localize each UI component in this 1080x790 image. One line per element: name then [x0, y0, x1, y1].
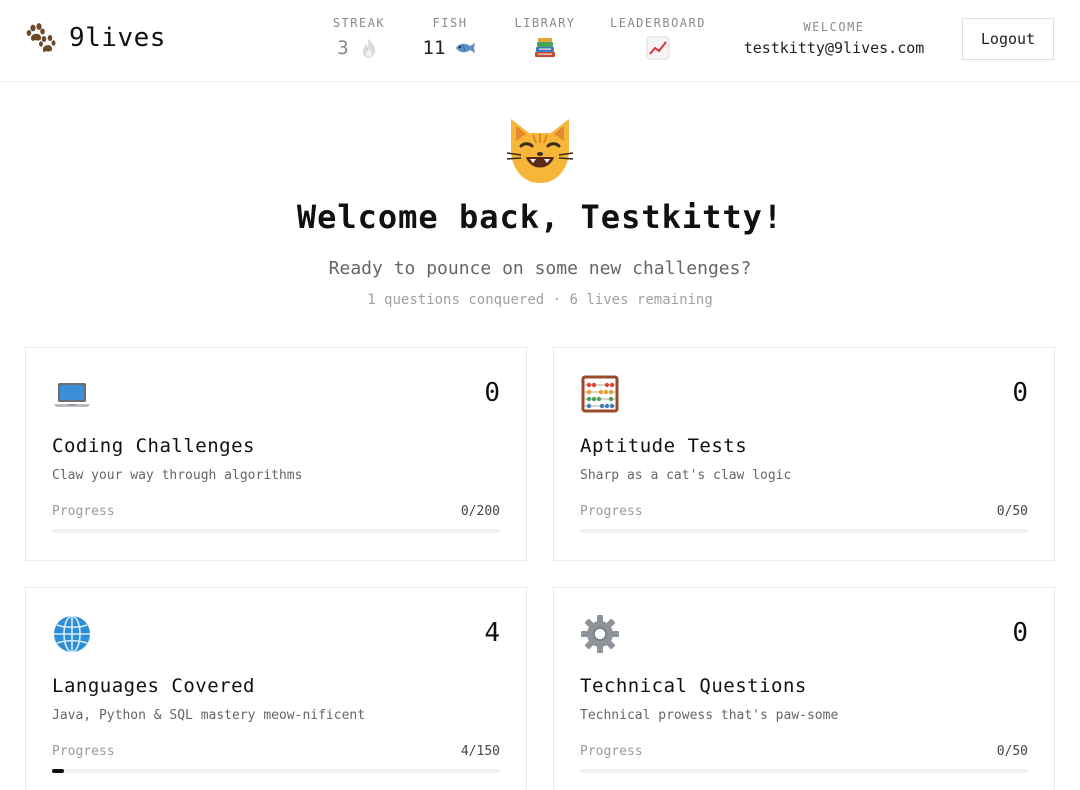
- leaderboard-label: LEADERBOARD: [610, 16, 706, 30]
- welcome-heading: Welcome back, Testkitty!: [296, 198, 784, 236]
- fire-icon: [357, 36, 381, 60]
- cat-face-icon: [503, 113, 577, 187]
- streak-value: 3: [337, 37, 349, 59]
- progress-fill: [52, 769, 64, 773]
- fish-icon: [453, 36, 477, 60]
- card-title: Languages Covered: [52, 675, 255, 697]
- card-title: Aptitude Tests: [580, 435, 748, 457]
- fish-label: FISH: [432, 16, 468, 30]
- progress-bar: [52, 769, 500, 773]
- brand-logo-link[interactable]: 9lives: [25, 22, 166, 54]
- card-description: Sharp as a cat's claw logic: [580, 468, 792, 483]
- streak-label: STREAK: [332, 16, 386, 30]
- welcome-subtitle: Ready to pounce on some new challenges?: [328, 258, 752, 279]
- paw-prints-icon: [25, 22, 57, 54]
- progress-value: 0/200: [460, 504, 500, 519]
- card-description: Claw your way through algorithms: [52, 468, 303, 483]
- card-title: Coding Challenges: [52, 435, 255, 457]
- card-technical-questions[interactable]: 0 Technical Questions Technical prowess …: [553, 587, 1055, 790]
- coding-count: 0: [484, 378, 500, 408]
- chart-increasing-icon: [646, 36, 670, 60]
- welcome-label: WELCOME: [803, 20, 865, 34]
- fish-stat: FISH 11: [418, 16, 482, 60]
- abacus-icon: [580, 374, 620, 414]
- card-description: Technical prowess that's paw-some: [580, 708, 839, 723]
- streak-stat: STREAK 3: [328, 16, 390, 60]
- progress-bar: [580, 769, 1028, 773]
- languages-count: 4: [484, 618, 500, 648]
- globe-icon: [52, 614, 92, 654]
- top-nav-bar: 9lives STREAK 3 FISH 11 LIBRARY LEADERBO…: [0, 0, 1080, 82]
- library-label: LIBRARY: [514, 16, 576, 30]
- card-languages-covered[interactable]: 4 Languages Covered Java, Python & SQL m…: [25, 587, 527, 790]
- progress-value: 4/150: [460, 744, 500, 759]
- progress-bar: [580, 529, 1028, 533]
- progress-label: Progress: [52, 504, 115, 519]
- fish-value: 11: [422, 37, 446, 59]
- welcome-user: WELCOME testkitty@9lives.com: [738, 20, 930, 57]
- laptop-icon: [52, 374, 92, 414]
- gear-icon: [580, 614, 620, 654]
- card-description: Java, Python & SQL mastery meow-nificent: [52, 708, 366, 723]
- card-aptitude-tests[interactable]: 0 Aptitude Tests Sharp as a cat's claw l…: [553, 347, 1055, 561]
- card-coding-challenges[interactable]: 0 Coding Challenges Claw your way throug…: [25, 347, 527, 561]
- card-title: Technical Questions: [580, 675, 807, 697]
- brand-name: 9lives: [69, 23, 166, 53]
- progress-label: Progress: [580, 504, 643, 519]
- logout-button[interactable]: Logout: [962, 18, 1054, 60]
- progress-label: Progress: [580, 744, 643, 759]
- leaderboard-link[interactable]: LEADERBOARD: [608, 16, 708, 60]
- progress-label: Progress: [52, 744, 115, 759]
- progress-value: 0/50: [996, 744, 1028, 759]
- technical-count: 0: [1012, 618, 1028, 648]
- books-icon: [533, 36, 557, 60]
- library-link[interactable]: LIBRARY: [512, 16, 578, 60]
- aptitude-count: 0: [1012, 378, 1028, 408]
- progress-value: 0/50: [996, 504, 1028, 519]
- progress-bar: [52, 529, 500, 533]
- progress-summary: 1 questions conquered · 6 lives remainin…: [367, 292, 713, 308]
- user-email: testkitty@9lives.com: [743, 39, 925, 57]
